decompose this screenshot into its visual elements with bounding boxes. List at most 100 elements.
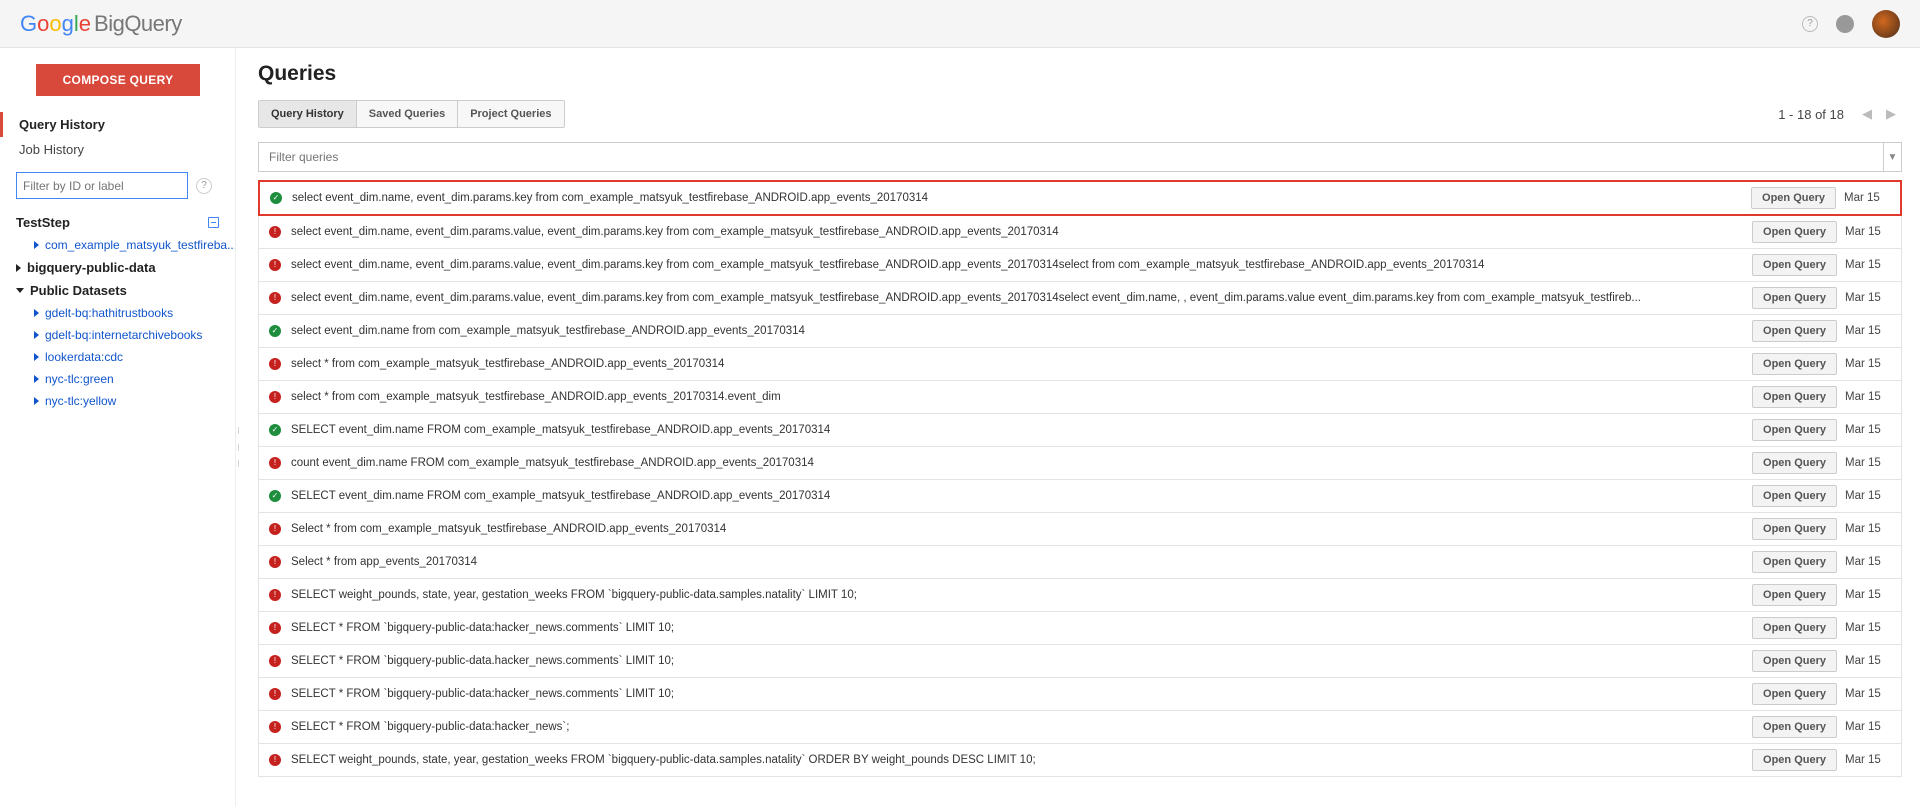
query-date: Mar 15 — [1845, 754, 1891, 766]
query-text: SELECT weight_pounds, state, year, gesta… — [291, 589, 1740, 601]
query-text: select event_dim.name, event_dim.params.… — [292, 192, 1739, 204]
tab-project-queries[interactable]: Project Queries — [458, 101, 563, 127]
query-date: Mar 15 — [1845, 622, 1891, 634]
open-query-button[interactable]: Open Query — [1752, 584, 1837, 606]
query-row[interactable]: ! select event_dim.name, event_dim.params… — [258, 249, 1902, 282]
splitter-handle[interactable] — [236, 427, 239, 467]
tab-query-history[interactable]: Query History — [259, 101, 357, 127]
open-query-button[interactable]: Open Query — [1752, 551, 1837, 573]
help-icon[interactable]: ? — [1802, 16, 1818, 32]
open-query-button[interactable]: Open Query — [1752, 716, 1837, 738]
query-row[interactable]: !SELECT weight_pounds, state, year, gest… — [258, 744, 1902, 777]
filter-queries-row: ▼ — [258, 142, 1902, 172]
query-date: Mar 15 — [1845, 556, 1891, 568]
status-error-icon: ! — [269, 556, 281, 568]
query-text: select event_dim.name, event_dim.params.… — [291, 259, 1740, 271]
query-row[interactable]: !SELECT * FROM `bigquery-public-data:hac… — [258, 678, 1902, 711]
tab-saved-queries[interactable]: Saved Queries — [357, 101, 458, 127]
open-query-button[interactable]: Open Query — [1751, 187, 1836, 209]
avatar[interactable] — [1872, 10, 1900, 38]
query-row[interactable]: ✓select event_dim.name, event_dim.params… — [258, 180, 1902, 216]
query-date: Mar 15 — [1845, 655, 1891, 667]
open-query-button[interactable]: Open Query — [1752, 749, 1837, 771]
project-dataset[interactable]: com_example_matsyuk_testfireba... — [0, 234, 235, 256]
public-dataset-item[interactable]: nyc-tlc:yellow — [0, 390, 235, 412]
sidebar: COMPOSE QUERY Query History Job History … — [0, 48, 236, 806]
query-text: select event_dim.name, event_dim.params.… — [291, 226, 1740, 238]
open-query-button[interactable]: Open Query — [1752, 617, 1837, 639]
query-row[interactable]: !select * from com_example_matsyuk_testf… — [258, 381, 1902, 414]
open-query-button[interactable]: Open Query — [1752, 287, 1837, 309]
status-error-icon: ! — [269, 457, 281, 469]
project-name: TestStep — [16, 215, 70, 230]
status-error-icon: ! — [269, 358, 281, 370]
filter-queries-dropdown-icon[interactable]: ▼ — [1883, 143, 1901, 171]
open-query-button[interactable]: Open Query — [1752, 518, 1837, 540]
query-row[interactable]: ! Select * from app_events_20170314 Open Q… — [258, 546, 1902, 579]
query-date: Mar 15 — [1845, 688, 1891, 700]
open-query-button[interactable]: Open Query — [1752, 650, 1837, 672]
compose-query-button[interactable]: COMPOSE QUERY — [36, 64, 200, 96]
query-row[interactable]: !select * from com_example_matsyuk_testf… — [258, 348, 1902, 381]
open-query-button[interactable]: Open Query — [1752, 254, 1837, 276]
status-success-icon: ✓ — [269, 424, 281, 436]
query-date: Mar 15 — [1845, 457, 1891, 469]
status-error-icon: ! — [269, 622, 281, 634]
query-row[interactable]: ! SELECT weight_pounds, state, year, gest… — [258, 579, 1902, 612]
query-list: ✓ select event_dim.name, event_dim.params… — [258, 180, 1902, 777]
open-query-button[interactable]: Open Query — [1752, 419, 1837, 441]
open-query-button[interactable]: Open Query — [1752, 320, 1837, 342]
pager: 1 - 18 of 18 ◀ ▶ — [1778, 103, 1902, 125]
query-row[interactable]: !count event_dim.name FROM com_example_m… — [258, 447, 1902, 480]
bigquery-public-data-node[interactable]: bigquery-public-data — [0, 256, 235, 279]
project-header[interactable]: TestStep – — [0, 211, 235, 234]
filter-queries-input[interactable] — [259, 143, 1883, 171]
query-date: Mar 15 — [1845, 589, 1891, 601]
pager-text: 1 - 18 of 18 — [1778, 107, 1844, 122]
sidebar-job-history[interactable]: Job History — [0, 137, 221, 162]
open-query-button[interactable]: Open Query — [1752, 353, 1837, 375]
query-row[interactable]: ✓SELECT event_dim.name FROM com_example_… — [258, 414, 1902, 447]
status-error-icon: ! — [269, 688, 281, 700]
public-dataset-item[interactable]: nyc-tlc:green — [0, 368, 235, 390]
query-row[interactable]: !SELECT * FROM `bigquery-public-data:hac… — [258, 711, 1902, 744]
public-dataset-item[interactable]: lookerdata:cdc — [0, 346, 235, 368]
public-dataset-item[interactable]: gdelt-bq:internetarchivebooks — [0, 324, 235, 346]
filter-help-icon[interactable]: ? — [196, 178, 212, 194]
status-error-icon: ! — [269, 754, 281, 766]
status-error-icon: ! — [269, 589, 281, 601]
open-query-button[interactable]: Open Query — [1752, 221, 1837, 243]
pager-prev-icon[interactable]: ◀ — [1856, 103, 1878, 125]
query-row[interactable]: !select event_dim.name, event_dim.params… — [258, 282, 1902, 315]
status-error-icon: ! — [269, 226, 281, 238]
collapse-icon[interactable]: – — [208, 217, 219, 228]
query-row[interactable]: ! select event_dim.name, event_dim.params… — [258, 216, 1902, 249]
status-error-icon: ! — [269, 292, 281, 304]
query-row[interactable]: ✓select event_dim.name from com_example_… — [258, 315, 1902, 348]
public-dataset-item[interactable]: gdelt-bq:hathitrustbooks — [0, 302, 235, 324]
public-datasets-node[interactable]: Public Datasets — [0, 279, 235, 302]
query-row[interactable]: ✓SELECT event_dim.name FROM com_example_… — [258, 480, 1902, 513]
page-title: Queries — [258, 62, 1902, 86]
query-date: Mar 15 — [1845, 226, 1891, 238]
open-query-button[interactable]: Open Query — [1752, 485, 1837, 507]
open-query-button[interactable]: Open Query — [1752, 386, 1837, 408]
query-text: SELECT * FROM `bigquery-public-data:hack… — [291, 721, 1740, 733]
notifications-icon[interactable] — [1836, 15, 1854, 33]
query-text: Select * from app_events_20170314 — [291, 556, 1740, 568]
query-date: Mar 15 — [1845, 721, 1891, 733]
pager-next-icon[interactable]: ▶ — [1880, 103, 1902, 125]
query-date: Mar 15 — [1845, 490, 1891, 502]
query-row[interactable]: !SELECT * FROM `bigquery-public-data.hac… — [258, 645, 1902, 678]
status-error-icon: ! — [269, 259, 281, 271]
query-row[interactable]: !Select * from com_example_matsyuk_testf… — [258, 513, 1902, 546]
query-row[interactable]: !SELECT * FROM `bigquery-public-data:hac… — [258, 612, 1902, 645]
query-date: Mar 15 — [1845, 523, 1891, 535]
query-date: Mar 15 — [1844, 192, 1890, 204]
open-query-button[interactable]: Open Query — [1752, 683, 1837, 705]
tabs: Query HistorySaved QueriesProject Querie… — [258, 100, 565, 128]
sidebar-query-history[interactable]: Query History — [0, 112, 221, 137]
status-error-icon: ! — [269, 655, 281, 667]
sidebar-filter-input[interactable] — [16, 172, 188, 199]
open-query-button[interactable]: Open Query — [1752, 452, 1837, 474]
